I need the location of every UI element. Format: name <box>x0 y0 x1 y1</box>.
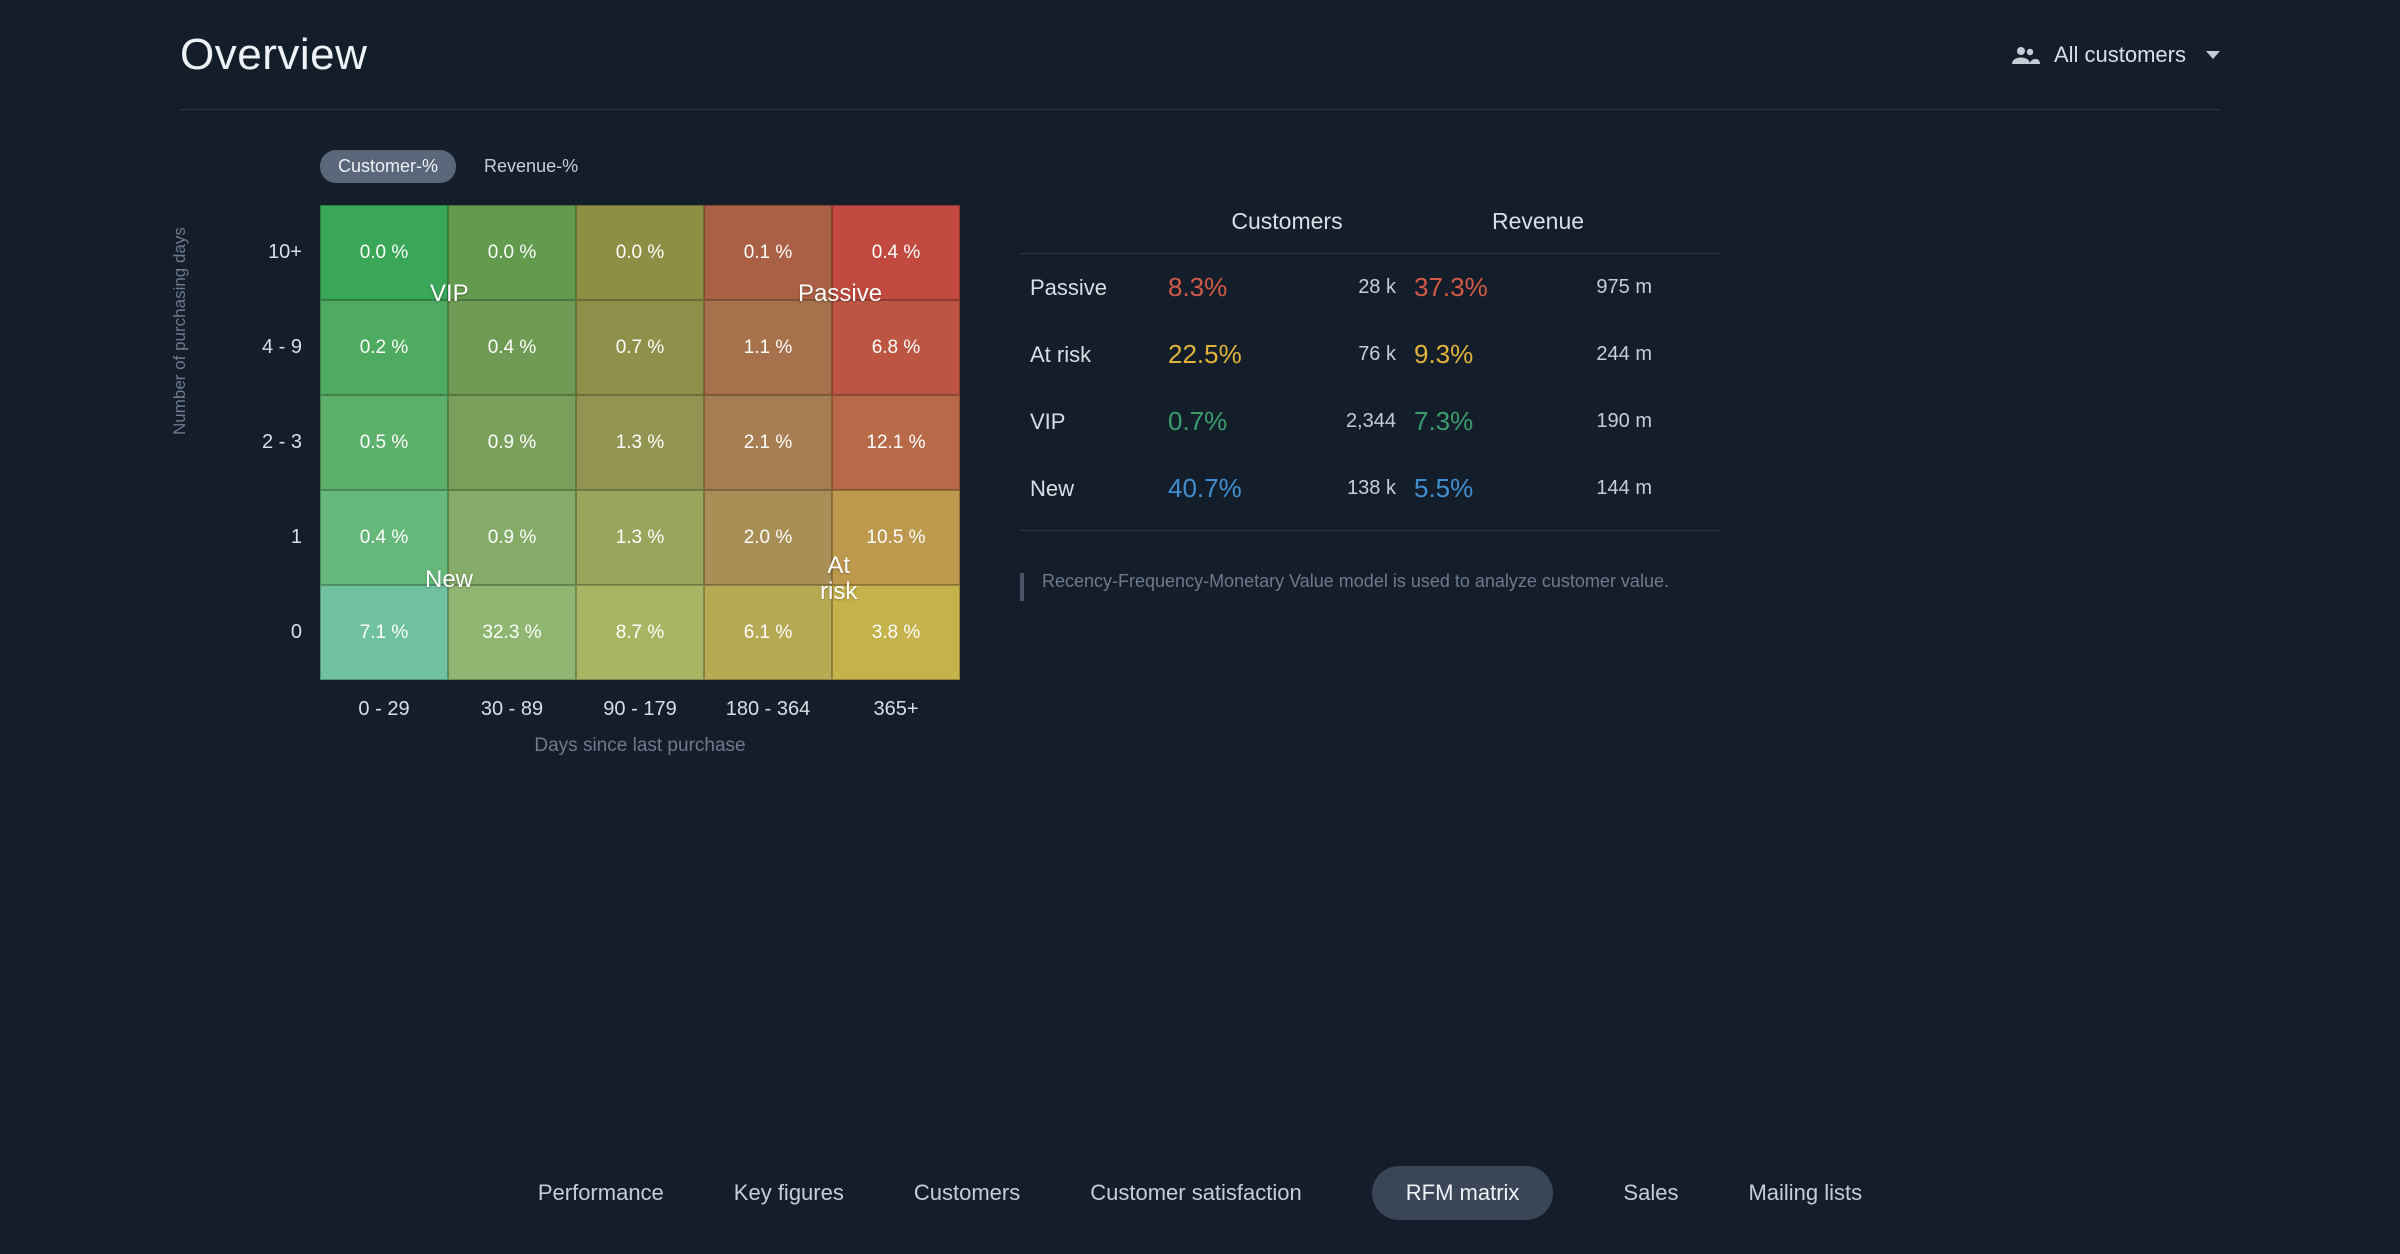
tab-mailing-lists[interactable]: Mailing lists <box>1748 1180 1862 1206</box>
rfm-note: Recency-Frequency-Monetary Value model i… <box>1042 571 1669 592</box>
people-icon <box>2010 45 2040 65</box>
toggle-revenue-pct[interactable]: Revenue-% <box>484 156 578 177</box>
x-tick-label: 180 - 364 <box>704 698 832 721</box>
heatmap-cell[interactable]: 1.3 % <box>576 490 704 585</box>
heatmap-cell[interactable]: 8.7 % <box>576 585 704 680</box>
heatmap-cell[interactable]: 0.0 % <box>576 205 704 300</box>
segment-name: New <box>1030 476 1160 502</box>
tab-customers[interactable]: Customers <box>914 1180 1020 1206</box>
heatmap-cell[interactable]: 10.5 % <box>832 490 960 585</box>
y-axis-title: Number of purchasing days <box>170 227 190 435</box>
summary-row[interactable]: At risk 22.5% 76 k 9.3% 244 m <box>1020 321 1720 388</box>
customers-count: 76 k <box>1306 343 1406 366</box>
rfm-heatmap: Number of purchasing days 10+4 - 92 - 31… <box>180 205 960 680</box>
toggle-customer-pct[interactable]: Customer-% <box>320 150 456 183</box>
y-tick-label: 0 <box>291 585 302 680</box>
x-tick-label: 30 - 89 <box>448 698 576 721</box>
customer-filter-dropdown[interactable]: All customers <box>2010 42 2220 68</box>
heatmap-cell[interactable]: 1.3 % <box>576 395 704 490</box>
summary-head-customers: Customers <box>1168 208 1406 235</box>
heatmap-cell[interactable]: 0.0 % <box>320 205 448 300</box>
y-tick-label: 1 <box>291 490 302 585</box>
metric-toggle-group: Customer-% Revenue-% <box>320 150 960 183</box>
heatmap-cell[interactable]: 6.8 % <box>832 300 960 395</box>
x-tick-label: 365+ <box>832 698 960 721</box>
revenue-amount: 144 m <box>1552 477 1662 500</box>
heatmap-cell[interactable]: 0.2 % <box>320 300 448 395</box>
heatmap-cell[interactable]: 32.3 % <box>448 585 576 680</box>
customers-pct: 22.5% <box>1168 339 1298 370</box>
summary-row[interactable]: VIP 0.7% 2,344 7.3% 190 m <box>1020 388 1720 455</box>
heatmap-cell[interactable]: 0.9 % <box>448 395 576 490</box>
heatmap-cell[interactable]: 0.4 % <box>448 300 576 395</box>
x-axis-title: Days since last purchase <box>320 735 960 757</box>
page-header: Overview All customers <box>180 0 2220 110</box>
revenue-pct: 7.3% <box>1414 406 1544 437</box>
heatmap-cell[interactable]: 1.1 % <box>704 300 832 395</box>
revenue-amount: 975 m <box>1552 276 1662 299</box>
revenue-pct: 37.3% <box>1414 272 1544 303</box>
heatmap-cell[interactable]: 7.1 % <box>320 585 448 680</box>
heatmap-cell[interactable]: 0.5 % <box>320 395 448 490</box>
customers-count: 28 k <box>1306 276 1406 299</box>
heatmap-cell[interactable]: 6.1 % <box>704 585 832 680</box>
revenue-pct: 9.3% <box>1414 339 1544 370</box>
heatmap-cell[interactable]: 2.0 % <box>704 490 832 585</box>
heatmap-cell[interactable]: 12.1 % <box>832 395 960 490</box>
y-tick-label: 2 - 3 <box>262 395 302 490</box>
segment-summary-table: Customers Revenue Passive 8.3% 28 k 37.3% 97… <box>1020 190 1720 531</box>
tab-customer-satisfaction[interactable]: Customer satisfaction <box>1090 1180 1302 1206</box>
summary-head-revenue: Revenue <box>1414 208 1662 235</box>
page-title: Overview <box>180 30 367 80</box>
segment-name: Passive <box>1030 275 1160 301</box>
y-tick-label: 4 - 9 <box>262 300 302 395</box>
customers-count: 2,344 <box>1306 410 1406 433</box>
summary-row[interactable]: Passive 8.3% 28 k 37.3% 975 m <box>1020 254 1720 321</box>
section-tabs: Performance Key figures Customers Customer … <box>0 1166 2400 1220</box>
revenue-pct: 5.5% <box>1414 473 1544 504</box>
chevron-down-icon <box>2206 51 2220 59</box>
tab-sales[interactable]: Sales <box>1623 1180 1678 1206</box>
customers-pct: 8.3% <box>1168 272 1298 303</box>
customers-count: 138 k <box>1306 477 1406 500</box>
heatmap-cell[interactable]: 0.1 % <box>704 205 832 300</box>
customers-pct: 40.7% <box>1168 473 1298 504</box>
customer-filter-label: All customers <box>2054 42 2186 68</box>
heatmap-cell[interactable]: 0.4 % <box>832 205 960 300</box>
note-indicator <box>1020 573 1024 601</box>
heatmap-cell[interactable]: 3.8 % <box>832 585 960 680</box>
tab-rfm-matrix[interactable]: RFM matrix <box>1372 1166 1554 1220</box>
segment-name: At risk <box>1030 342 1160 368</box>
tab-key-figures[interactable]: Key figures <box>734 1180 844 1206</box>
heatmap-cell[interactable]: 2.1 % <box>704 395 832 490</box>
x-tick-label: 90 - 179 <box>576 698 704 721</box>
heatmap-cell[interactable]: 0.9 % <box>448 490 576 585</box>
tab-performance[interactable]: Performance <box>538 1180 664 1206</box>
revenue-amount: 190 m <box>1552 410 1662 433</box>
x-tick-label: 0 - 29 <box>320 698 448 721</box>
customers-pct: 0.7% <box>1168 406 1298 437</box>
heatmap-cell[interactable]: 0.0 % <box>448 205 576 300</box>
segment-name: VIP <box>1030 409 1160 435</box>
y-tick-label: 10+ <box>268 205 302 300</box>
heatmap-cell[interactable]: 0.7 % <box>576 300 704 395</box>
heatmap-cell[interactable]: 0.4 % <box>320 490 448 585</box>
revenue-amount: 244 m <box>1552 343 1662 366</box>
summary-row[interactable]: New 40.7% 138 k 5.5% 144 m <box>1020 455 1720 522</box>
